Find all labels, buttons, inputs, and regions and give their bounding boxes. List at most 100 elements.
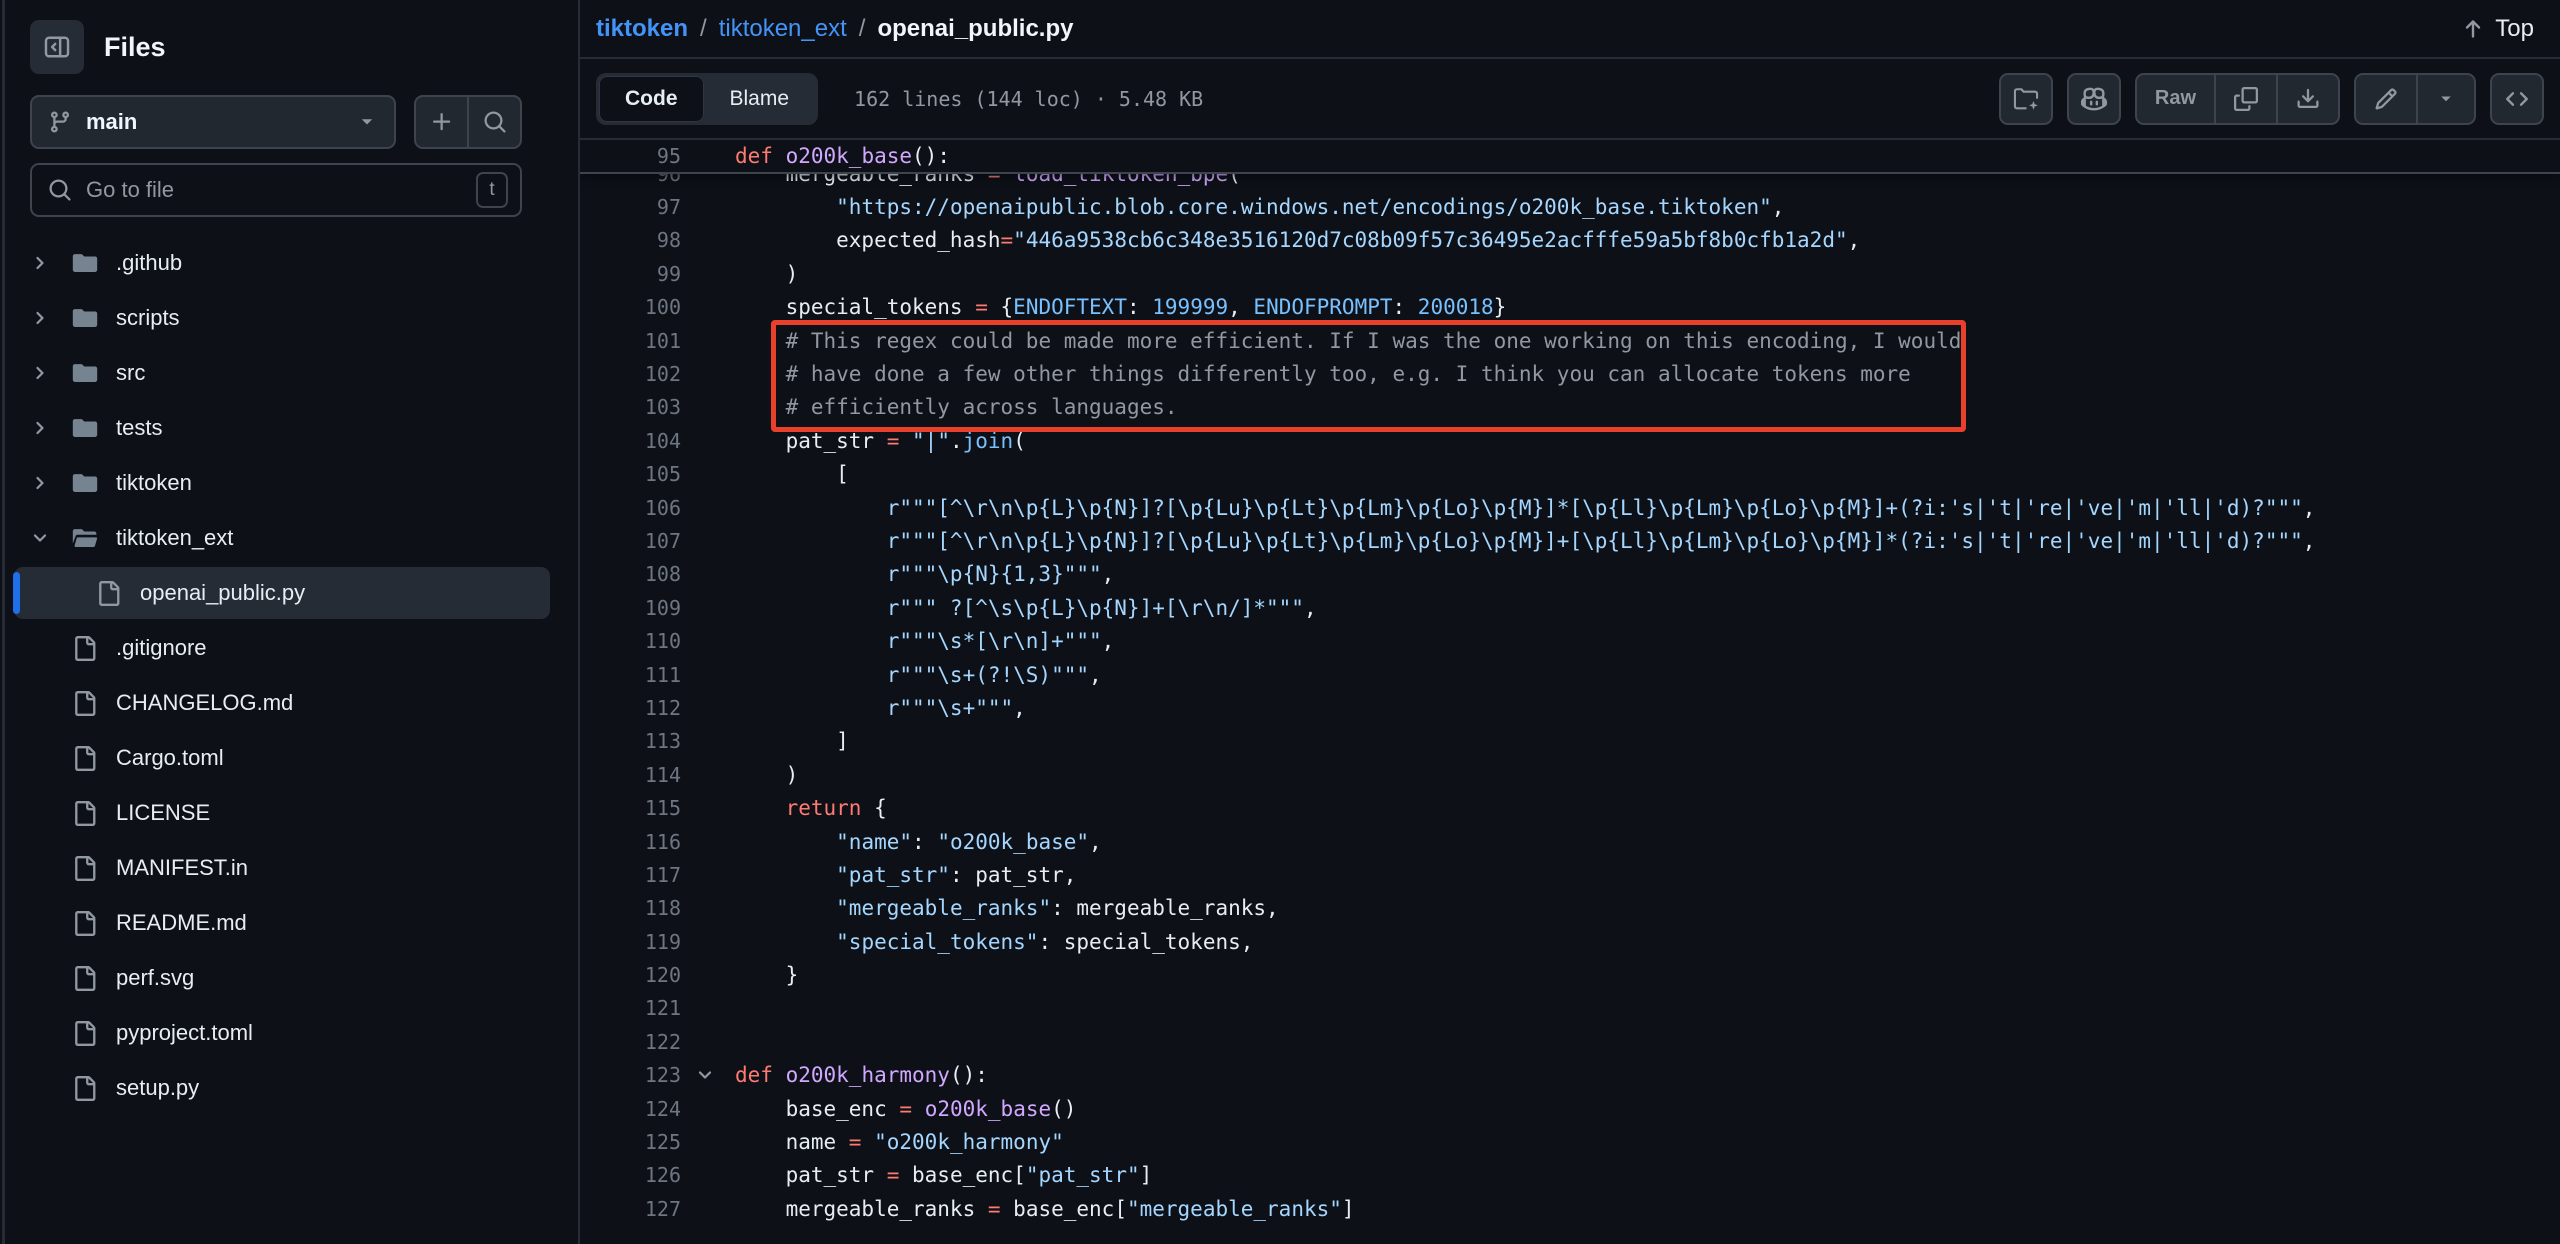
line-number[interactable]: 95 bbox=[580, 144, 735, 168]
line-number[interactable]: 98 bbox=[580, 228, 735, 252]
new-file-button[interactable] bbox=[416, 97, 467, 147]
code-line: 120 } bbox=[580, 958, 2560, 991]
line-number[interactable]: 100 bbox=[580, 295, 735, 319]
chevron-right-icon[interactable] bbox=[30, 473, 72, 493]
line-number[interactable]: 119 bbox=[580, 930, 735, 954]
line-number[interactable]: 103 bbox=[580, 395, 735, 419]
line-number[interactable]: 99 bbox=[580, 262, 735, 286]
line-number[interactable]: 117 bbox=[580, 863, 735, 887]
chevron-right-icon[interactable] bbox=[30, 363, 72, 383]
line-number[interactable]: 109 bbox=[580, 596, 735, 620]
tab-blame[interactable]: Blame bbox=[704, 76, 816, 122]
folder-open-icon bbox=[72, 525, 100, 551]
line-number[interactable]: 111 bbox=[580, 663, 735, 687]
raw-button[interactable]: Raw bbox=[2137, 75, 2214, 123]
tree-item-setup-py[interactable]: setup.py bbox=[14, 1062, 550, 1114]
search-icon bbox=[483, 110, 507, 134]
line-number[interactable]: 125 bbox=[580, 1130, 735, 1154]
collapse-region-chevron-icon[interactable] bbox=[695, 1065, 715, 1085]
code-text: mergeable_ranks = base_enc["mergeable_ra… bbox=[735, 1197, 1355, 1221]
chevron-down-icon bbox=[356, 111, 378, 133]
line-number[interactable]: 116 bbox=[580, 830, 735, 854]
copilot-button[interactable] bbox=[2067, 73, 2121, 125]
code-text: def o200k_base(): bbox=[735, 144, 950, 168]
code-line: 98 expected_hash="446a9538cb6c348e351612… bbox=[580, 224, 2560, 257]
line-number[interactable]: 124 bbox=[580, 1097, 735, 1121]
tree-item-tiktoken[interactable]: tiktoken bbox=[14, 457, 550, 509]
search-tree-button[interactable] bbox=[467, 97, 520, 147]
go-to-file-input[interactable]: Go to file t bbox=[30, 163, 522, 217]
line-number[interactable]: 112 bbox=[580, 696, 735, 720]
download-button[interactable] bbox=[2276, 75, 2338, 123]
code-text: return { bbox=[735, 796, 887, 820]
chevron-down-icon[interactable] bbox=[30, 528, 72, 548]
branch-selector[interactable]: main bbox=[30, 95, 396, 149]
code-text: } bbox=[735, 963, 798, 987]
edit-dropdown-button[interactable] bbox=[2416, 75, 2474, 123]
line-number[interactable]: 123 bbox=[580, 1063, 735, 1087]
breadcrumb-repo-link[interactable]: tiktoken bbox=[596, 15, 688, 43]
tree-item-pyproject-toml[interactable]: pyproject.toml bbox=[14, 1007, 550, 1059]
edit-group bbox=[2354, 73, 2476, 125]
file-info: 162 lines (144 loc) · 5.48 KB bbox=[854, 87, 1203, 111]
open-workspace-button[interactable] bbox=[1999, 73, 2053, 125]
line-number[interactable]: 108 bbox=[580, 562, 735, 586]
code-text: r""" ?[^\s\p{L}\p{N}]+[\r\n/]*""", bbox=[735, 596, 1317, 620]
symbols-button[interactable] bbox=[2490, 73, 2544, 125]
line-number[interactable]: 113 bbox=[580, 729, 735, 753]
tree-item-openai-public-py[interactable]: openai_public.py bbox=[14, 567, 550, 619]
copy-raw-button[interactable] bbox=[2214, 75, 2276, 123]
code-text: pat_str = "|".join( bbox=[735, 429, 1026, 453]
chevron-right-icon[interactable] bbox=[30, 418, 72, 438]
line-number[interactable]: 105 bbox=[580, 462, 735, 486]
chevron-right-icon[interactable] bbox=[30, 253, 72, 273]
chevron-right-icon[interactable] bbox=[30, 308, 72, 328]
code-text: "name": "o200k_base", bbox=[735, 830, 1102, 854]
line-number[interactable]: 127 bbox=[580, 1197, 735, 1221]
line-number[interactable]: 101 bbox=[580, 329, 735, 353]
tree-item-cargo-toml[interactable]: Cargo.toml bbox=[14, 732, 550, 784]
folder-icon bbox=[72, 470, 100, 496]
tree-item-changelog-md[interactable]: CHANGELOG.md bbox=[14, 677, 550, 729]
code-text: special_tokens = {ENDOFTEXT: 199999, END… bbox=[735, 295, 1506, 319]
line-number[interactable]: 106 bbox=[580, 496, 735, 520]
tree-item-scripts[interactable]: scripts bbox=[14, 292, 550, 344]
line-number[interactable]: 122 bbox=[580, 1030, 735, 1054]
tree-item-label: README.md bbox=[116, 910, 247, 936]
tree-item-label: MANIFEST.in bbox=[116, 855, 248, 881]
collapse-sidebar-button[interactable] bbox=[30, 20, 84, 74]
edit-file-button[interactable] bbox=[2356, 75, 2416, 123]
code-text: ) bbox=[735, 262, 798, 286]
line-number[interactable]: 120 bbox=[580, 963, 735, 987]
dropdown-caret-icon bbox=[2436, 89, 2456, 109]
code-line: 118 "mergeable_ranks": mergeable_ranks, bbox=[580, 892, 2560, 925]
line-number[interactable]: 97 bbox=[580, 195, 735, 219]
file-tree-panel: Files main bbox=[0, 0, 580, 1244]
line-number[interactable]: 104 bbox=[580, 429, 735, 453]
tree-item-readme-md[interactable]: README.md bbox=[14, 897, 550, 949]
tree-item-tests[interactable]: tests bbox=[14, 402, 550, 454]
tree-item--github[interactable]: .github bbox=[14, 237, 550, 289]
tab-code[interactable]: Code bbox=[599, 76, 704, 122]
tree-item-license[interactable]: LICENSE bbox=[14, 787, 550, 839]
tree-item--gitignore[interactable]: .gitignore bbox=[14, 622, 550, 674]
tree-item-src[interactable]: src bbox=[14, 347, 550, 399]
code-line: 104 pat_str = "|".join( bbox=[580, 424, 2560, 457]
line-number[interactable]: 115 bbox=[580, 796, 735, 820]
file-icon bbox=[72, 966, 100, 991]
line-number[interactable]: 110 bbox=[580, 629, 735, 653]
line-number[interactable]: 107 bbox=[580, 529, 735, 553]
line-number[interactable]: 121 bbox=[580, 996, 735, 1020]
line-number[interactable]: 126 bbox=[580, 1163, 735, 1187]
back-to-top-link[interactable]: Top bbox=[2461, 15, 2534, 43]
line-number[interactable]: 114 bbox=[580, 763, 735, 787]
line-number[interactable]: 118 bbox=[580, 896, 735, 920]
toolbar-actions: Raw bbox=[1999, 73, 2544, 125]
tree-item-manifest-in[interactable]: MANIFEST.in bbox=[14, 842, 550, 894]
code-text: r"""[^\r\n\p{L}\p{N}]?[\p{Lu}\p{Lt}\p{Lm… bbox=[735, 496, 2315, 520]
breadcrumb-dir-link[interactable]: tiktoken_ext bbox=[719, 15, 847, 43]
tree-item-perf-svg[interactable]: perf.svg bbox=[14, 952, 550, 1004]
line-number[interactable]: 102 bbox=[580, 362, 735, 386]
code-lines: 96 mergeable_ranks = load_tiktoken_bpe(9… bbox=[580, 140, 2560, 1226]
tree-item-tiktoken-ext[interactable]: tiktoken_ext bbox=[14, 512, 550, 564]
